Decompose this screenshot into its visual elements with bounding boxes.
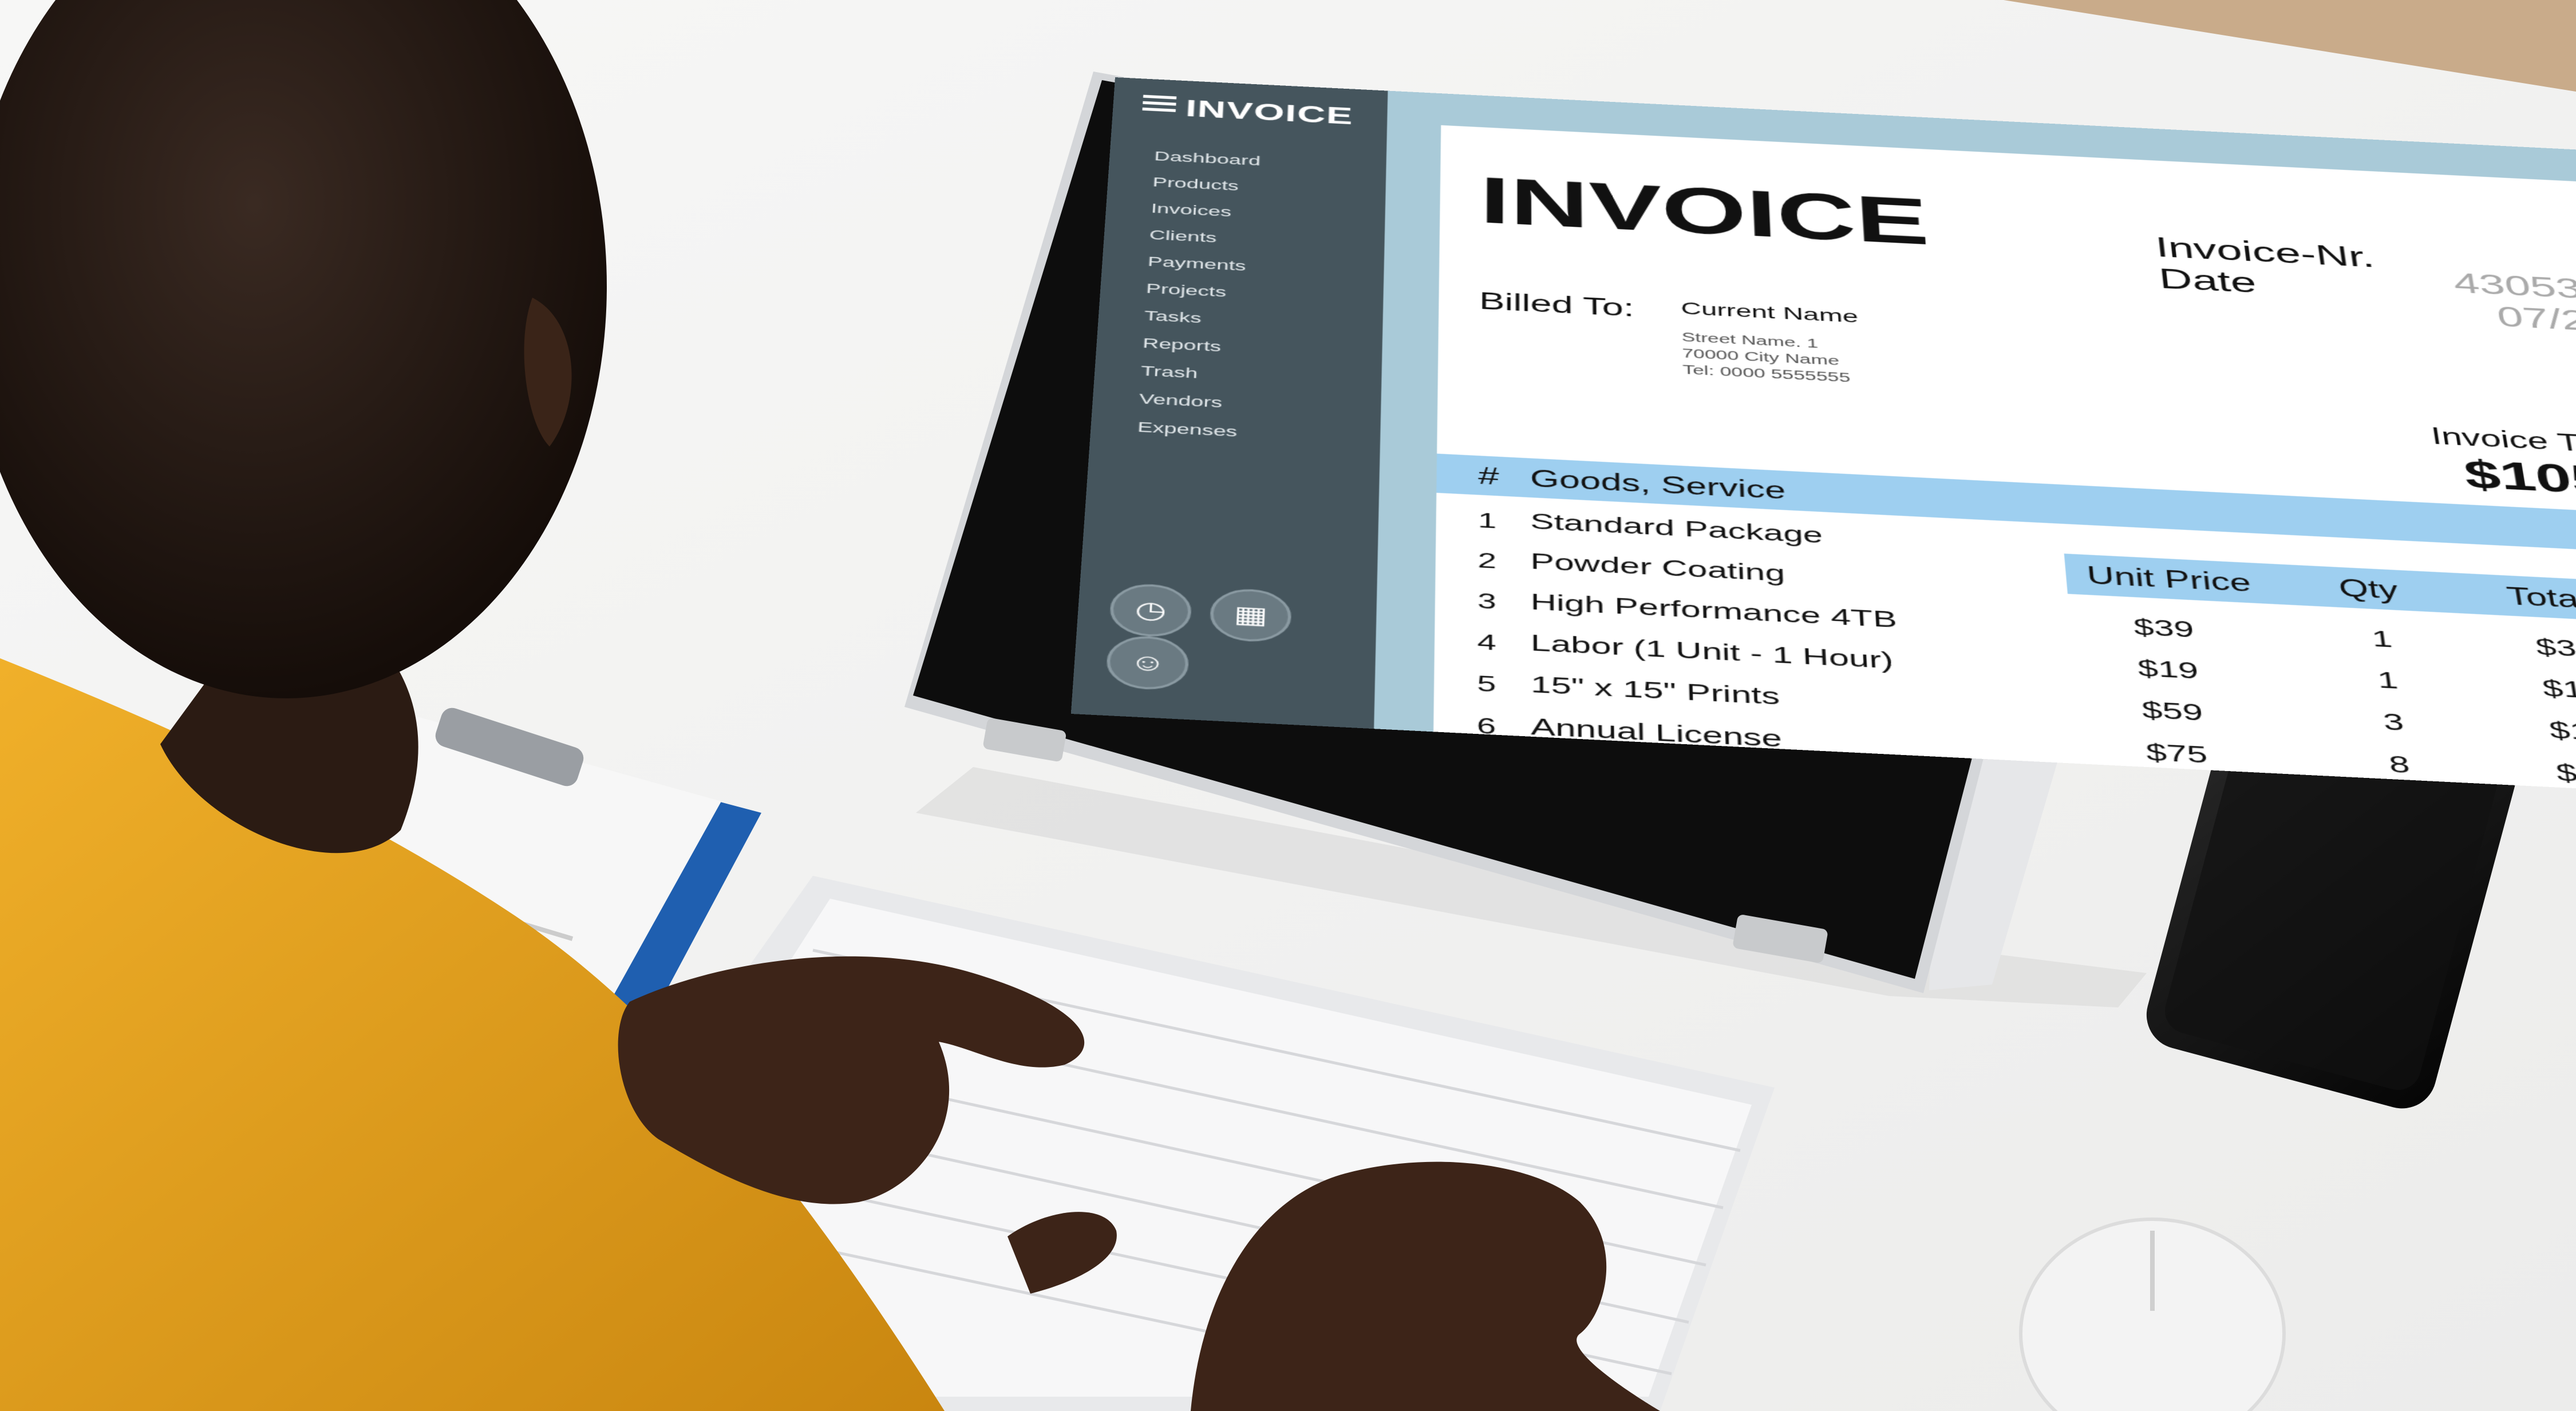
row-description: 15" x 15" Prints bbox=[1530, 671, 1781, 710]
row-unit-price: $75 bbox=[2144, 738, 2209, 769]
menu-icon[interactable] bbox=[1142, 92, 1177, 116]
invoice-meta-values: 430534 07/21 bbox=[2435, 266, 2576, 338]
invoice-total-box: Invoice Total $1055 bbox=[2377, 420, 2576, 506]
row-qty: 3 bbox=[2381, 708, 2406, 737]
row-qty: 1 bbox=[2376, 666, 2400, 694]
app-sidebar: INVOICE Dashboard Products Invoices Clie… bbox=[1070, 77, 1388, 729]
row-unit-price: $39 bbox=[2132, 614, 2195, 643]
row-total: $600 bbox=[2554, 758, 2576, 791]
row-unit-price: $19 bbox=[2136, 655, 2200, 685]
row-qty: 8 bbox=[2387, 750, 2412, 779]
row-number: 1 bbox=[1477, 508, 1497, 533]
billed-to-label: Billed To: bbox=[1479, 288, 1634, 322]
row-number: 2 bbox=[1477, 548, 1497, 574]
row-description: High Performance 4TB bbox=[1530, 588, 1898, 633]
row-description: Powder Coating bbox=[1530, 548, 1786, 587]
invoice-document: INVOICE Invoice-Nr. Date 430534 07/21 Bi… bbox=[1433, 125, 2576, 800]
row-number: 3 bbox=[1477, 588, 1497, 614]
row-description: Labor (1 Unit - 1 Hour) bbox=[1530, 630, 1894, 674]
row-number: 5 bbox=[1477, 670, 1496, 697]
sidebar-item-expenses[interactable]: Expenses bbox=[1137, 413, 1250, 446]
invoice-total-amount: $1055 bbox=[2461, 451, 2576, 505]
row-qty: 1 bbox=[2370, 626, 2394, 653]
row-total: $39 bbox=[2534, 634, 2576, 663]
row-unit-price: $59 bbox=[2140, 696, 2204, 726]
column-header-qty: Qty bbox=[2337, 574, 2400, 604]
client-name: Current Name bbox=[1680, 298, 1859, 326]
row-total: $177 bbox=[2547, 717, 2576, 748]
invoice-title: INVOICE bbox=[1479, 163, 1931, 259]
invoice-meta-labels: Invoice-Nr. Date bbox=[2154, 231, 2381, 305]
row-description: Standard Package bbox=[1530, 508, 1824, 548]
sidebar-nav: Dashboard Products Invoices Clients Paym… bbox=[1137, 143, 1261, 447]
invoice-date-value: 07/21 bbox=[2494, 300, 2576, 338]
calculator-icon[interactable]: ▦ bbox=[1209, 587, 1293, 643]
laptop-screen: INVOICE Dashboard Products Invoices Clie… bbox=[1070, 77, 2576, 800]
users-icon[interactable]: ☺ bbox=[1105, 634, 1190, 691]
column-header-total: Total bbox=[2504, 582, 2576, 614]
row-number: 4 bbox=[1477, 629, 1496, 655]
column-header-number: # bbox=[1478, 462, 1499, 490]
app-brand[interactable]: INVOICE bbox=[1141, 92, 1354, 131]
client-block: Current Name Street Name. 1 70000 City N… bbox=[1681, 298, 1862, 387]
sidebar-dock: ◷ ▦ ☺ bbox=[1105, 582, 1377, 700]
app-brand-label: INVOICE bbox=[1184, 96, 1354, 130]
clock-icon[interactable]: ◷ bbox=[1108, 582, 1193, 639]
row-total: $19 bbox=[2541, 675, 2576, 705]
